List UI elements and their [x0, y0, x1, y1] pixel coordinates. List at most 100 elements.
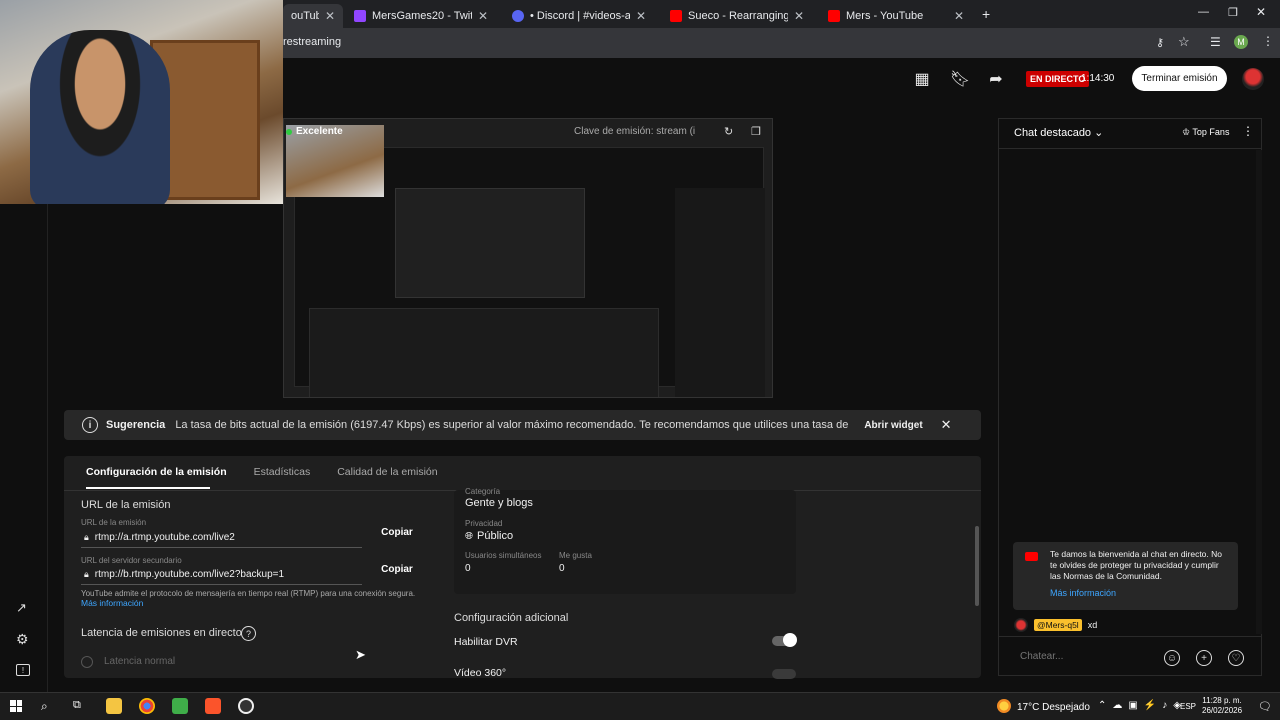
chat-welcome-card: Te damos la bienvenida al chat en direct…: [1013, 542, 1238, 610]
close-icon[interactable]: ✕: [636, 9, 646, 23]
tab-sueco[interactable]: Sueco - Rearranging Scars (Fro ✕: [662, 4, 812, 28]
rtmp-note: YouTube admite el protocolo de mensajerí…: [81, 589, 416, 598]
chat-scrollbar[interactable]: [1256, 150, 1262, 634]
weather-text[interactable]: 17°C Despejado: [1017, 702, 1090, 713]
twitch-icon: [354, 10, 366, 22]
tab-discord[interactable]: • Discord | #videos-a-reaccionar ✕: [504, 4, 654, 28]
url-text[interactable]: restreaming: [283, 36, 341, 48]
live-duration: 1:14:30: [1081, 73, 1115, 84]
chat-mode-select[interactable]: Chat destacado ⌄: [1014, 126, 1103, 139]
primary-url-label: URL de la emisión: [81, 518, 147, 527]
youtube-icon: [670, 10, 682, 22]
divider: [998, 148, 1262, 149]
category-label: Categoría: [465, 487, 501, 496]
chat-input[interactable]: [1020, 651, 1140, 662]
tab-twitch[interactable]: MersGames20 - Twitch ✕: [346, 4, 496, 28]
globe-icon: 🌐︎: [465, 530, 473, 542]
secondary-url-value: rtmp://b.rtmp.youtube.com/live2?backup=1: [94, 569, 285, 580]
end-stream-button[interactable]: Terminar emisión: [1132, 66, 1227, 91]
windows-start-icon[interactable]: [10, 700, 22, 712]
close-icon[interactable]: ✕: [478, 9, 488, 23]
mouse-cursor-icon: ➤: [355, 647, 366, 662]
lock-icon: 🔒︎: [84, 569, 89, 579]
secondary-url-label: URL del servidor secundario: [81, 556, 182, 565]
more-info-link[interactable]: Más información: [81, 598, 143, 608]
file-explorer-icon[interactable]: [106, 698, 122, 714]
star-icon[interactable]: ☆: [1178, 34, 1190, 50]
obs-icon[interactable]: [238, 698, 254, 714]
bookmark-icon[interactable]: 🔖︎: [950, 69, 970, 89]
privacy-text: Público: [477, 530, 514, 542]
refresh-icon[interactable]: ↻: [724, 125, 733, 138]
language-indicator[interactable]: ESP: [1180, 702, 1196, 711]
notifications-icon[interactable]: 🗨︎: [1258, 700, 1272, 713]
clock[interactable]: 11:28 p. m. 26/02/2026: [1202, 696, 1242, 716]
restore-icon[interactable]: ❐: [1228, 6, 1238, 19]
close-window-icon[interactable]: ✕: [1256, 5, 1266, 19]
feedback-icon[interactable]: !: [16, 664, 30, 676]
secondary-url-field[interactable]: 🔒︎ rtmp://b.rtmp.youtube.com/live2?backu…: [84, 569, 284, 580]
minecraft-icon[interactable]: [172, 698, 188, 714]
likes-value: 0: [559, 563, 565, 574]
gear-icon[interactable]: ⚙: [16, 631, 29, 648]
add-icon[interactable]: +: [1196, 650, 1212, 666]
search-icon[interactable]: ⌕: [41, 699, 48, 714]
primary-url-field[interactable]: 🔒︎ rtmp://a.rtmp.youtube.com/live2: [84, 532, 235, 543]
brave-icon[interactable]: [205, 698, 221, 714]
open-external-icon[interactable]: ↗: [16, 600, 27, 616]
youtube-icon: [828, 10, 840, 22]
panel-scrollbar[interactable]: [975, 526, 979, 606]
live-badge: EN DIRECTO: [1026, 71, 1090, 87]
tab-stream-quality[interactable]: Calidad de la emisión: [337, 466, 437, 478]
clock-time: 11:28 p. m.: [1202, 696, 1242, 705]
open-widget-button[interactable]: Abrir widget: [864, 420, 922, 431]
tab-stream-settings[interactable]: Configuración de la emisión: [86, 466, 227, 478]
more-options-icon[interactable]: ⋮: [1242, 124, 1254, 138]
panel-tabs: Configuración de la emisión Estadísticas…: [86, 466, 438, 478]
dvr-toggle[interactable]: [772, 633, 797, 647]
queue-icon[interactable]: ☰: [1210, 35, 1221, 49]
welcome-text: Te damos la bienvenida al chat en direct…: [1050, 549, 1222, 581]
tab-statistics[interactable]: Estadísticas: [254, 466, 311, 478]
heart-icon[interactable]: ♡: [1228, 650, 1244, 666]
stream-key-select[interactable]: Clave de emisión: stream (i: [574, 126, 695, 137]
close-icon[interactable]: ✕: [941, 417, 952, 433]
avatar[interactable]: [1014, 618, 1028, 632]
task-view-icon[interactable]: ⧉: [73, 699, 81, 712]
welcome-more-link[interactable]: Más información: [1050, 588, 1116, 598]
browser-menu-icon[interactable]: ⋮: [1262, 34, 1274, 48]
tab-youtube-studio[interactable]: ouTube Studio ✕: [283, 4, 343, 28]
latency-normal-radio[interactable]: [81, 656, 93, 668]
close-icon[interactable]: ✕: [954, 9, 964, 23]
tab-title: ouTube Studio: [291, 10, 319, 22]
concurrent-value: 0: [465, 563, 471, 574]
likes-label: Me gusta: [559, 551, 592, 560]
active-tab-indicator: [86, 487, 210, 489]
copy-primary-url-button[interactable]: Copiar: [372, 520, 422, 544]
tab-mers-youtube[interactable]: Mers - YouTube ✕: [820, 4, 972, 28]
calendar-icon[interactable]: ▦: [912, 69, 932, 89]
profile-avatar[interactable]: M: [1234, 35, 1248, 49]
copy-icon[interactable]: ❐: [751, 125, 761, 138]
top-fans-button[interactable]: ♔ Top Fans: [1182, 127, 1229, 138]
close-icon[interactable]: ✕: [325, 9, 335, 23]
video360-label: Vídeo 360°: [454, 667, 507, 679]
channel-avatar[interactable]: [1242, 68, 1264, 90]
suggestion-banner: i Sugerencia La tasa de bits actual de l…: [64, 410, 981, 440]
copy-secondary-url-button[interactable]: Copiar: [372, 557, 422, 581]
chat-text: xd: [1087, 620, 1098, 630]
additional-settings-heading: Configuración adicional: [454, 612, 569, 624]
divider: [998, 636, 1262, 637]
minimize-icon[interactable]: —: [1198, 6, 1209, 18]
new-tab-icon[interactable]: +: [982, 6, 990, 22]
video360-toggle[interactable]: [772, 669, 796, 679]
chat-author[interactable]: @Mers-q5l: [1034, 619, 1082, 631]
help-icon[interactable]: ?: [241, 626, 256, 641]
close-icon[interactable]: ✕: [794, 9, 804, 23]
system-tray-icons[interactable]: ⌃☁▣⚡♪◈: [1098, 700, 1187, 711]
privacy-value: 🌐︎ Público: [465, 530, 513, 542]
emoji-icon[interactable]: ☺: [1164, 650, 1180, 666]
share-icon[interactable]: ➦: [986, 69, 1006, 89]
password-key-icon[interactable]: ⚷: [1156, 36, 1164, 49]
chrome-icon[interactable]: [139, 698, 155, 714]
